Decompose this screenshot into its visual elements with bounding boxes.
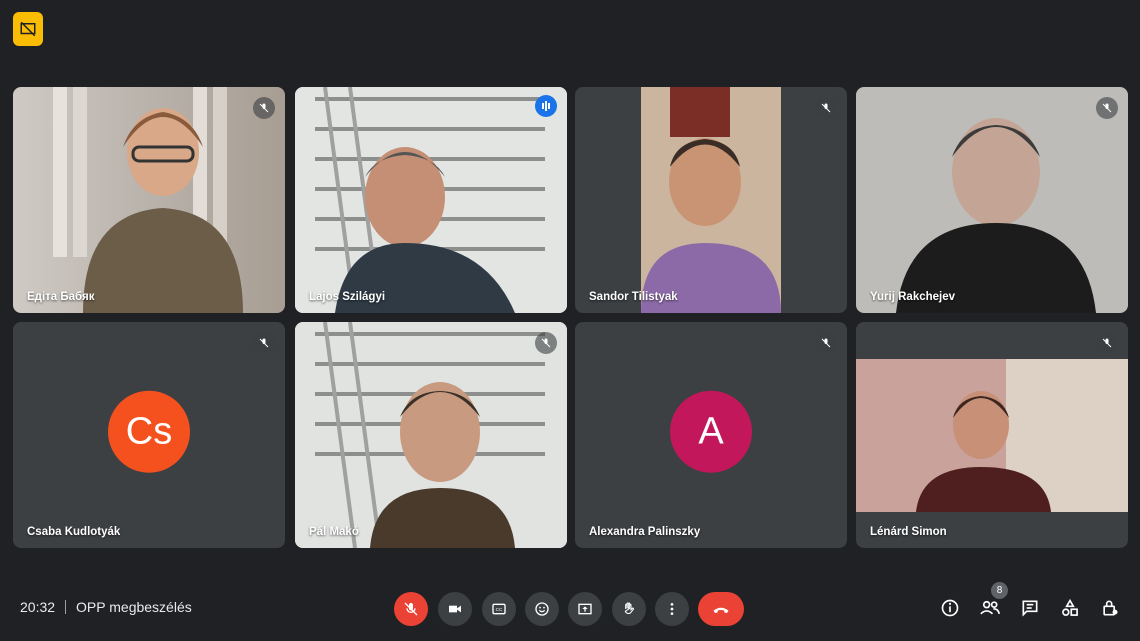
avatar: Cs xyxy=(108,390,190,473)
divider xyxy=(65,600,67,614)
participant-name: Yurij Rakchejev xyxy=(870,291,956,303)
mic-off-icon xyxy=(535,332,557,354)
participant-tile[interactable]: Cs Csaba Kudlotyák xyxy=(13,322,285,548)
participant-video xyxy=(896,118,1096,313)
meeting-details-button[interactable] xyxy=(938,596,962,620)
lock-person-icon xyxy=(1103,600,1118,616)
more-vert-icon xyxy=(670,603,674,615)
info-icon xyxy=(941,599,959,617)
control-bar: 20:32 OPP megbeszélés CC 8 xyxy=(0,572,1140,641)
camera-icon xyxy=(449,605,461,613)
meeting-title: OPP megbeszélés xyxy=(76,599,192,615)
mic-off-icon xyxy=(253,332,275,354)
participant-video xyxy=(856,359,1128,512)
participant-name: Sandor Tilistyak xyxy=(589,291,678,303)
participant-video xyxy=(295,322,567,548)
avatar: A xyxy=(670,390,752,473)
participant-tile[interactable]: A Alexandra Palinszky xyxy=(575,322,847,548)
mic-off-icon xyxy=(815,97,837,119)
participant-name: Едіта Бабяк xyxy=(27,291,95,303)
camera-toggle-button[interactable] xyxy=(438,592,472,626)
host-controls-button[interactable] xyxy=(1098,596,1122,620)
hand-icon xyxy=(624,602,635,615)
participant-video xyxy=(295,87,567,313)
mic-off-icon xyxy=(1096,332,1118,354)
participant-tile[interactable]: Едіта Бабяк xyxy=(13,87,285,313)
mic-off-icon xyxy=(815,332,837,354)
meeting-info: 20:32 OPP megbeszélés xyxy=(20,599,192,615)
hangup-icon xyxy=(713,607,729,614)
chat-icon xyxy=(1022,600,1038,617)
participant-tile[interactable]: Pál Makó xyxy=(295,322,567,548)
participant-video xyxy=(641,87,781,313)
participant-tile-active[interactable]: Lajos Szilágyi xyxy=(295,87,567,313)
participant-name: Pál Makó xyxy=(309,526,359,538)
present-screen-button[interactable] xyxy=(568,592,602,626)
participant-name: Lénárd Simon xyxy=(870,526,947,538)
participant-name: Csaba Kudlotyák xyxy=(27,526,121,538)
raise-hand-button[interactable] xyxy=(612,592,646,626)
mic-off-icon xyxy=(253,97,275,119)
activities-button[interactable] xyxy=(1058,596,1082,620)
mic-off-icon xyxy=(1096,97,1118,119)
chat-button[interactable] xyxy=(1018,596,1042,620)
captions-button[interactable]: CC xyxy=(482,592,516,626)
speaking-indicator-icon xyxy=(535,95,557,117)
more-options-button[interactable] xyxy=(655,592,689,626)
captions-icon: CC xyxy=(492,603,506,615)
present-icon xyxy=(578,603,592,615)
participant-name: Alexandra Palinszky xyxy=(589,526,701,538)
emoji-icon xyxy=(535,602,549,616)
people-button[interactable] xyxy=(978,596,1002,620)
activities-icon xyxy=(1062,598,1078,616)
participant-tile[interactable]: Sandor Tilistyak xyxy=(575,87,847,313)
presentation-off-icon[interactable] xyxy=(13,12,43,46)
reactions-button[interactable] xyxy=(525,592,559,626)
mic-off-icon xyxy=(404,602,418,616)
participant-video xyxy=(53,87,243,313)
leave-call-button[interactable] xyxy=(698,592,744,626)
mic-toggle-button[interactable] xyxy=(394,592,428,626)
participant-name: Lajos Szilágyi xyxy=(309,291,386,303)
participant-tile[interactable]: Yurij Rakchejev xyxy=(856,87,1128,313)
svg-text:CC: CC xyxy=(496,607,503,612)
people-icon xyxy=(980,600,1000,615)
meeting-time: 20:32 xyxy=(20,599,56,615)
participant-tile[interactable]: Lénárd Simon xyxy=(856,322,1128,548)
